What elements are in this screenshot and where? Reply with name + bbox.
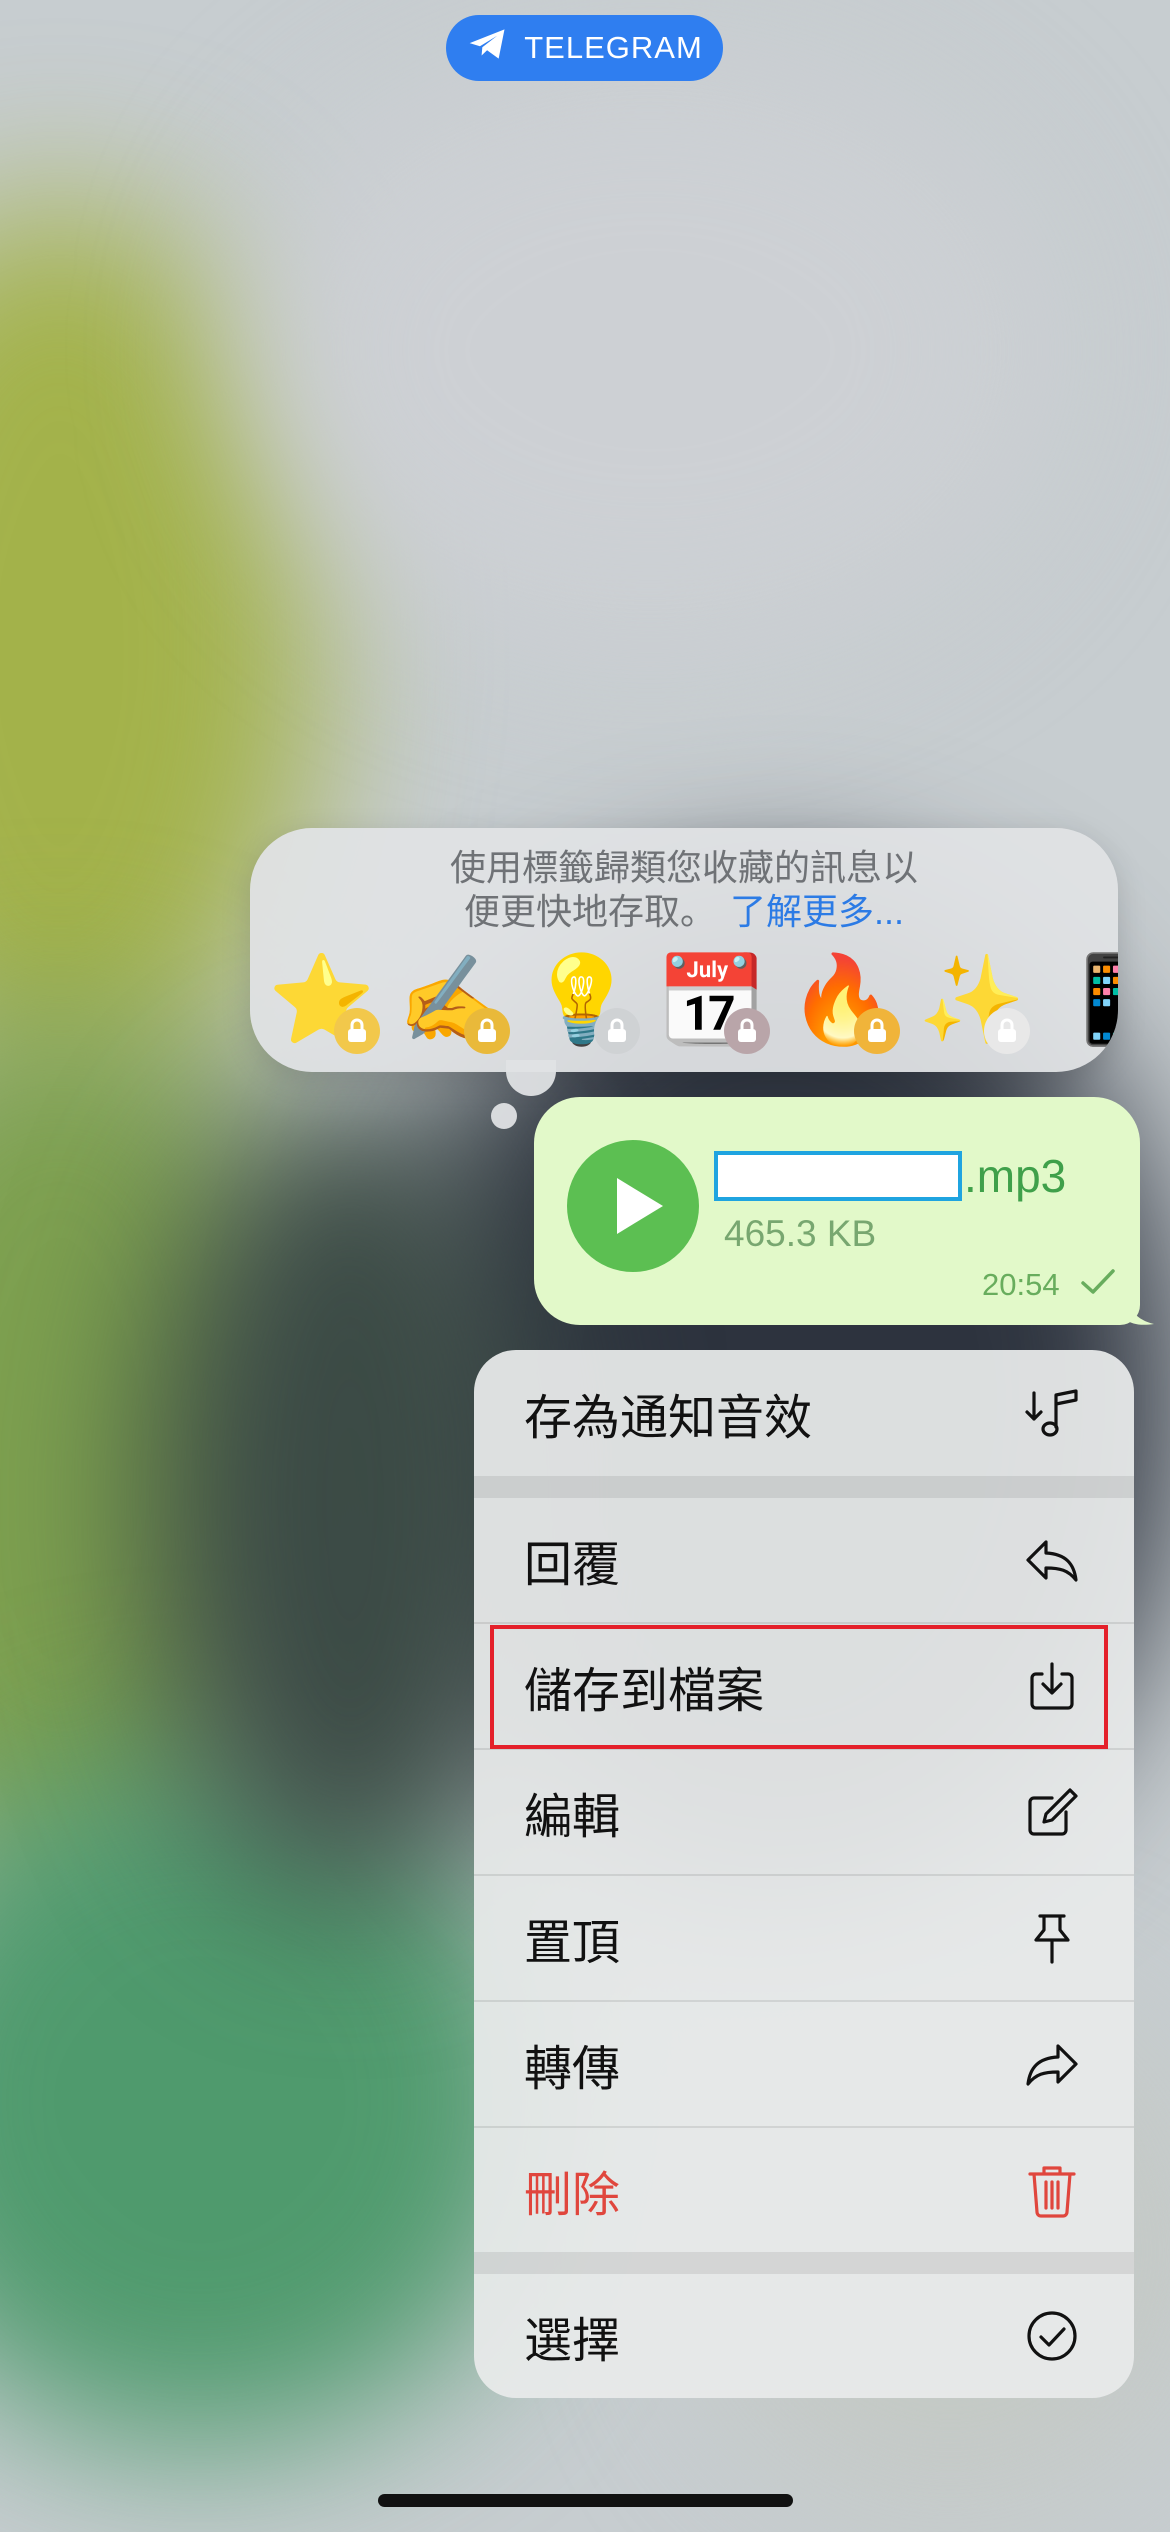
note-download-icon bbox=[1022, 1383, 1082, 1443]
select-check-icon bbox=[1022, 2306, 1082, 2366]
menu-item-label: 置頂 bbox=[524, 1917, 621, 1970]
menu-item-delete[interactable]: 刪除 bbox=[474, 2128, 1134, 2252]
tag-hint-line-1: 使用標籤歸類您收藏的訊息以 bbox=[449, 847, 918, 888]
home-indicator bbox=[378, 2494, 793, 2507]
menu-item-forward[interactable]: 轉傳 bbox=[474, 2002, 1134, 2126]
menu-item-save-as-notification-sound[interactable]: 存為通知音效 bbox=[474, 1350, 1134, 1476]
menu-item-label: 編輯 bbox=[524, 1791, 621, 1844]
calendar-emoji[interactable]: 📆 bbox=[658, 946, 770, 1056]
writing-hand-emoji[interactable]: ✍️ bbox=[398, 946, 510, 1056]
telegram-badge-label: TELEGRAM bbox=[524, 30, 703, 65]
bubble-tail bbox=[1126, 1296, 1154, 1325]
telegram-plane-icon bbox=[466, 22, 510, 74]
menu-item-select[interactable]: 選擇 bbox=[474, 2274, 1134, 2398]
menu-item-label: 轉傳 bbox=[524, 2043, 621, 2096]
context-menu: 存為通知音效 回覆 儲存到檔案 編輯 置頂 轉傳 刪除 選擇 bbox=[474, 1350, 1134, 2398]
pin-icon bbox=[1022, 1908, 1082, 1968]
menu-item-label: 刪除 bbox=[524, 2169, 621, 2222]
panel-bubble-dot-small bbox=[491, 1103, 517, 1129]
audio-message-bubble[interactable]: .mp3 465.3 KB 20:54 bbox=[534, 1097, 1140, 1325]
trash-icon bbox=[1022, 2160, 1082, 2220]
file-size: 465.3 KB bbox=[724, 1213, 877, 1254]
menu-item-label: 存為通知音效 bbox=[524, 1392, 813, 1445]
lock-icon bbox=[464, 1008, 510, 1054]
menu-item-pin[interactable]: 置頂 bbox=[474, 1876, 1134, 2000]
menu-item-label: 回覆 bbox=[524, 1539, 621, 1592]
fire-emoji[interactable]: 🔥 bbox=[788, 946, 900, 1056]
tag-hint-line-2: 便更快地存取。 bbox=[463, 891, 716, 932]
file-extension: .mp3 bbox=[964, 1150, 1067, 1202]
lock-icon bbox=[724, 1008, 770, 1054]
reply-icon bbox=[1022, 1530, 1082, 1590]
star-emoji[interactable]: ⭐ bbox=[268, 946, 380, 1056]
tag-hint-text: 使用標籤歸類您收藏的訊息以 便更快地存取。 了解更多... bbox=[250, 846, 1118, 934]
redacted-filename bbox=[714, 1151, 962, 1201]
reactions-panel: 使用標籤歸類您收藏的訊息以 便更快地存取。 了解更多... ⭐ ✍️ 💡 📆 🔥 ✨ 📱 bbox=[250, 828, 1118, 1072]
menu-item-label: 選擇 bbox=[524, 2315, 621, 2368]
reaction-emoji-row: ⭐ ✍️ 💡 📆 🔥 ✨ 📱 bbox=[268, 946, 1118, 1056]
telegram-badge: TELEGRAM bbox=[446, 15, 723, 81]
lock-icon bbox=[594, 1008, 640, 1054]
edit-icon bbox=[1022, 1782, 1082, 1842]
lock-icon bbox=[984, 1008, 1030, 1054]
lock-icon bbox=[854, 1008, 900, 1054]
play-button[interactable] bbox=[567, 1140, 699, 1272]
light-bulb-emoji[interactable]: 💡 bbox=[528, 946, 640, 1056]
menu-item-edit[interactable]: 編輯 bbox=[474, 1750, 1134, 1874]
highlight-box-save-to-files bbox=[490, 1625, 1108, 1749]
lock-icon bbox=[334, 1008, 380, 1054]
forward-icon bbox=[1022, 2034, 1082, 2094]
menu-item-reply[interactable]: 回覆 bbox=[474, 1498, 1134, 1622]
spark-emoji[interactable]: ✨ bbox=[918, 946, 1030, 1056]
message-time: 20:54 bbox=[982, 1267, 1060, 1302]
partial-emoji[interactable]: 📱 bbox=[1058, 946, 1118, 1056]
single-check-icon bbox=[1080, 1267, 1116, 1302]
learn-more-link[interactable]: 了解更多... bbox=[730, 891, 904, 932]
emoji-glyph: 📱 bbox=[1058, 952, 1118, 1048]
